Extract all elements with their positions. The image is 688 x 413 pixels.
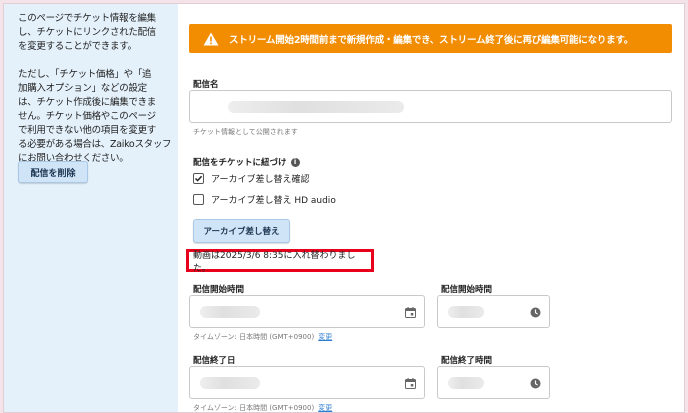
stream-name-label: 配信名: [193, 80, 219, 90]
end-time-input[interactable]: [437, 366, 550, 399]
calendar-icon[interactable]: [405, 307, 416, 318]
option-archive-hd[interactable]: アーカイブ差し替え HD audio: [193, 193, 336, 206]
blurred-value: [448, 377, 484, 389]
archive-swap-button[interactable]: アーカイブ差し替え: [193, 219, 290, 243]
checkbox-unchecked-icon[interactable]: [193, 194, 204, 205]
start-time-input[interactable]: [437, 295, 550, 328]
clock-icon[interactable]: [530, 307, 541, 318]
end-date-input[interactable]: [189, 366, 425, 399]
option-label: アーカイブ差し替え確認: [211, 175, 310, 185]
sidebar-notice: ただし、「チケット価格」や「追 加購入オプション」などの設定 は、チケット作成後…: [18, 69, 172, 164]
link-label: 配信をチケットに紐づけ i: [193, 156, 300, 168]
start-date-input[interactable]: [189, 295, 425, 328]
info-icon[interactable]: i: [290, 158, 300, 167]
start-date-label: 配信開始時間: [193, 285, 245, 295]
option-archive-check[interactable]: アーカイブ差し替え確認: [193, 172, 309, 185]
timezone-text: タイムゾーン: 日本時間 (GMT+0900): [193, 404, 315, 412]
link-label-text: 配信をチケットに紐づけ: [193, 158, 287, 168]
sidebar-description: このページでチケット情報を編集 し、チケットにリンクされた配信 を変更することが…: [18, 13, 157, 52]
main-form: ストリーム開始2時間前まで新規作成・編集でき、ストリーム終了後に再び編集可能にな…: [178, 4, 684, 412]
blurred-value: [448, 306, 484, 318]
end-time-label: 配信終了時間: [441, 356, 493, 366]
warning-icon: [203, 32, 219, 45]
stream-name-helper: チケット情報として公開されます: [193, 128, 298, 136]
blurred-value: [228, 101, 404, 113]
start-timezone: タイムゾーン: 日本時間 (GMT+0900) 変更: [193, 332, 332, 342]
timezone-text: タイムゾーン: 日本時間 (GMT+0900): [193, 333, 315, 341]
swap-notice-text: 動画は2025/3/6 8:35に入れ替わりました。: [193, 250, 356, 274]
sidebar: このページでチケット情報を編集 し、チケットにリンクされた配信 を変更することが…: [4, 4, 178, 412]
warning-banner: ストリーム開始2時間前まで新規作成・編集でき、ストリーム終了後に再び編集可能にな…: [189, 24, 672, 53]
checkbox-checked-icon[interactable]: [193, 173, 204, 184]
option-label: アーカイブ差し替え HD audio: [211, 196, 336, 206]
end-date-label: 配信終了日: [193, 356, 236, 366]
delete-stream-button[interactable]: 配信を削除: [18, 161, 88, 183]
calendar-icon[interactable]: [405, 378, 416, 389]
warning-text: ストリーム開始2時間前まで新規作成・編集でき、ストリーム終了後に再び編集可能にな…: [229, 34, 634, 46]
blurred-value: [200, 377, 260, 389]
blurred-value: [200, 306, 260, 318]
change-timezone-link[interactable]: 変更: [318, 404, 332, 412]
change-timezone-link[interactable]: 変更: [318, 333, 332, 341]
app-frame: このページでチケット情報を編集 し、チケットにリンクされた配信 を変更することが…: [3, 3, 685, 413]
stream-name-input[interactable]: [189, 90, 672, 123]
end-timezone: タイムゾーン: 日本時間 (GMT+0900) 変更: [193, 403, 332, 412]
start-time-label: 配信開始時間: [441, 285, 493, 295]
clock-icon[interactable]: [530, 378, 541, 389]
swap-notice: 動画は2025/3/6 8:35に入れ替わりました。: [186, 249, 374, 274]
